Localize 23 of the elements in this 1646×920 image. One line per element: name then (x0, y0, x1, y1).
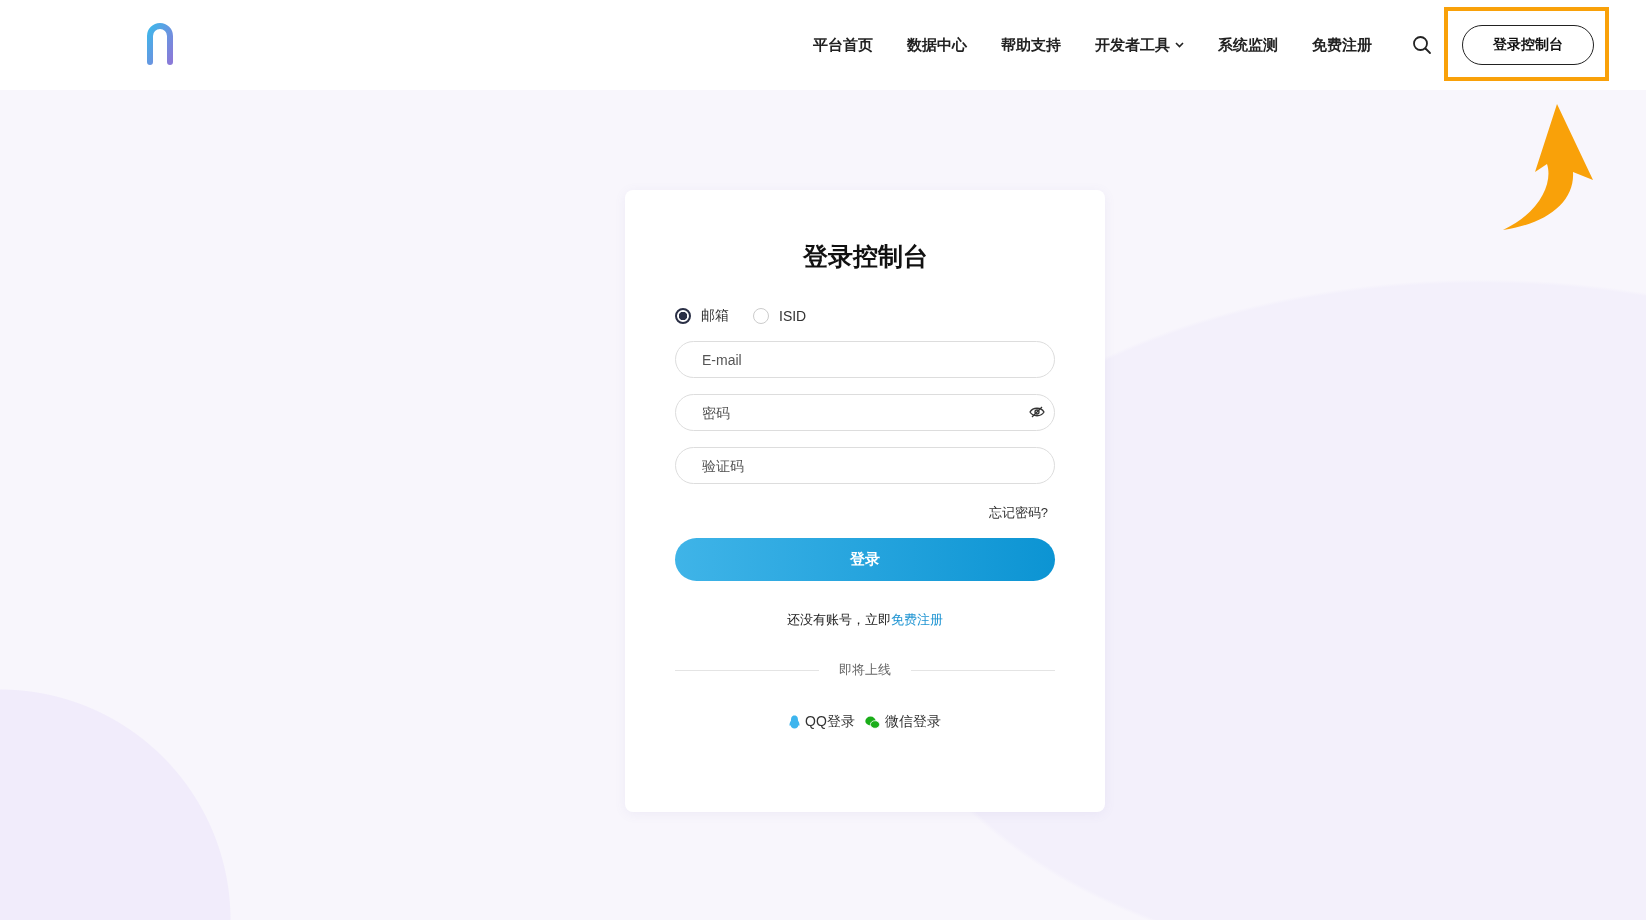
eye-slash-icon[interactable] (1029, 406, 1045, 418)
search-icon[interactable] (1412, 35, 1432, 55)
nav-link[interactable]: 平台首页 (813, 35, 873, 55)
input-field[interactable]: 验证码 (675, 447, 1055, 484)
social-login-link[interactable]: QQ登录 (789, 713, 855, 731)
login-title: 登录控制台 (801, 241, 929, 272)
social-login-link[interactable]: 微信登录 (864, 713, 941, 731)
nav-link[interactable]: 开发者工具 (1095, 35, 1184, 55)
nav-link[interactable]: 免费注册 (1312, 35, 1372, 55)
nav-link[interactable]: 系统监测 (1218, 35, 1278, 55)
signup-link[interactable]: 免费注册 (891, 612, 943, 627)
penguin-icon (789, 715, 801, 729)
input-field[interactable]: 密码 (675, 394, 1055, 431)
login-method-radio[interactable]: ISID (753, 307, 807, 325)
console-login-button[interactable]: 登录控制台 (1462, 25, 1594, 65)
forgot-password-link[interactable]: 忘记密码? (988, 504, 1048, 522)
signup-prompt: 还没有账号，立即免费注册 (786, 611, 944, 629)
divider-label: 即将上线 (839, 661, 891, 679)
chat-bubbles-icon (864, 715, 880, 729)
login-method-radio[interactable]: 邮箱 (675, 307, 729, 325)
nav-link[interactable]: 帮助支持 (1001, 35, 1061, 55)
nav-link[interactable]: 数据中心 (907, 35, 967, 55)
input-field[interactable]: E-mail (675, 341, 1055, 378)
